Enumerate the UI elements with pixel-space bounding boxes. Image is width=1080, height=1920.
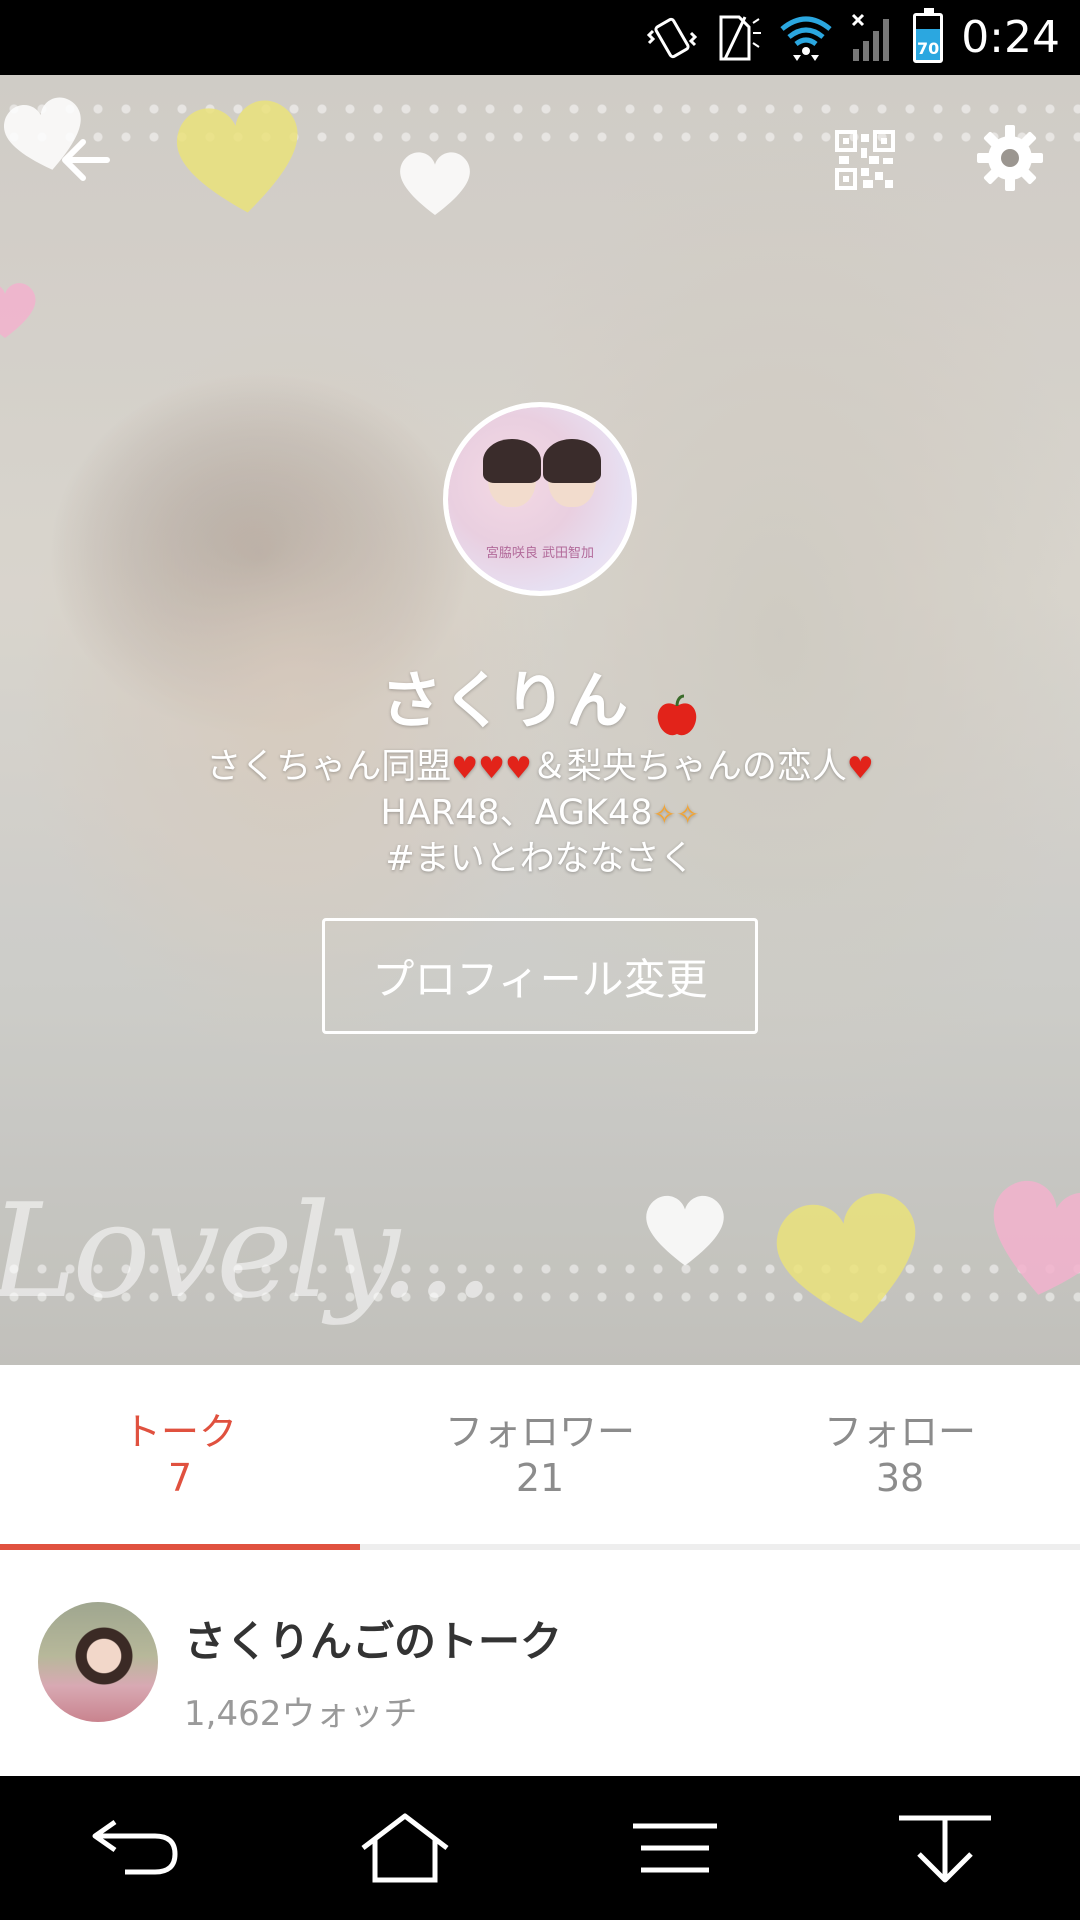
tab-label: フォロー — [823, 1410, 976, 1454]
no-sim-icon — [715, 13, 762, 63]
tab-count: 21 — [515, 1456, 565, 1500]
list-item[interactable]: さくりんごのトーク 1,462ウォッチ — [0, 1550, 1080, 1778]
profile-tabs: トーク 7 フォロワー 21 フォロー 38 — [0, 1365, 1080, 1545]
heart-decoration — [758, 1172, 942, 1348]
tab-following[interactable]: フォロー 38 — [720, 1365, 1080, 1545]
nav-back-icon[interactable] — [80, 1803, 190, 1893]
heart-icon: ♥ — [846, 751, 874, 786]
sparkle-icon: ✧✧ — [652, 798, 700, 831]
avatar-caption: 宮脇咲良 武田智加 — [485, 546, 595, 561]
heart-decoration — [966, 1152, 1080, 1328]
bio-line1-b: ＆梨央ちゃんの恋人 — [531, 747, 847, 787]
hearts-icon: ♥♥♥ — [451, 751, 532, 786]
heart-decoration — [395, 147, 475, 219]
tab-talk[interactable]: トーク 7 — [0, 1365, 360, 1545]
wifi-icon — [779, 13, 833, 63]
heart-decoration — [162, 86, 318, 229]
profile-name: さくりん — [0, 650, 1080, 740]
clock: 0:24 — [961, 12, 1060, 63]
tab-label: フォロワー — [444, 1410, 635, 1454]
cover-dots-decoration — [0, 1255, 1080, 1315]
apple-icon — [654, 682, 700, 736]
heart-decoration — [640, 1190, 730, 1270]
qr-code-icon[interactable] — [830, 125, 900, 195]
arrow-back-icon[interactable] — [45, 120, 125, 200]
status-bar: 70 0:24 — [0, 0, 1080, 75]
tab-label: トーク — [122, 1410, 237, 1454]
bio-line1-a: さくちゃん同盟 — [206, 747, 452, 787]
signal-icon — [851, 13, 895, 63]
tab-count: 7 — [167, 1456, 193, 1500]
nav-notification-icon[interactable] — [890, 1803, 1000, 1893]
navigation-bar — [0, 1776, 1080, 1920]
profile-name-text: さくりん — [380, 664, 629, 737]
gear-icon[interactable] — [970, 118, 1050, 198]
bio-line2: HAR48、AGK48 — [380, 793, 653, 833]
battery-icon: 70 — [913, 7, 944, 63]
edit-profile-button[interactable]: プロフィール変更 — [322, 918, 758, 1034]
profile-avatar[interactable]: 宮脇咲良 武田智加 — [443, 402, 637, 596]
talk-watch-count: 1,462ウォッチ — [184, 1694, 418, 1734]
cover-dots-decoration — [0, 95, 1080, 155]
vibrate-icon — [647, 13, 698, 63]
talk-avatar — [38, 1602, 158, 1722]
battery-level: 70 — [917, 38, 940, 58]
profile-bio: さくちゃん同盟♥♥♥＆梨央ちゃんの恋人♥ HAR48、AGK48✧✧ #まいとわ… — [0, 745, 1080, 881]
bio-line3: #まいとわななさく — [385, 839, 695, 879]
tab-followers[interactable]: フォロワー 21 — [360, 1365, 720, 1545]
nav-menu-icon[interactable] — [620, 1803, 730, 1893]
tab-count: 38 — [875, 1456, 925, 1500]
lovely-watermark: Lovely... — [0, 1175, 495, 1327]
heart-decoration — [0, 255, 40, 365]
talk-title: さくりんごのトーク — [184, 1617, 563, 1666]
nav-home-icon[interactable] — [350, 1803, 460, 1893]
